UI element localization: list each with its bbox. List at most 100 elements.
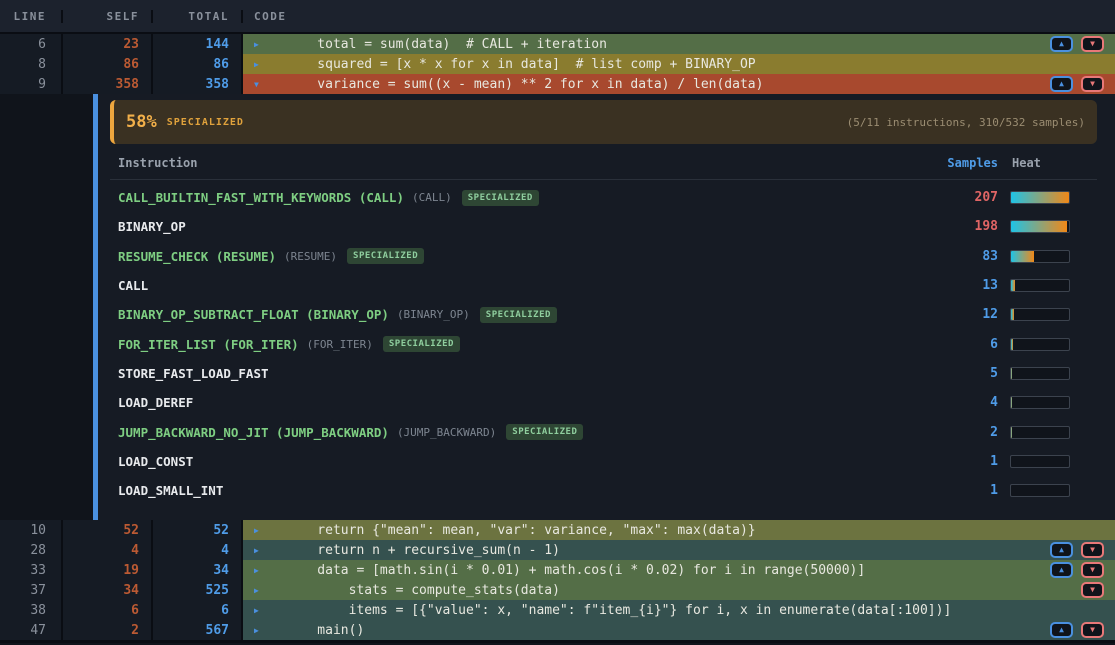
column-header-samples[interactable]: Samples [938,156,998,170]
specialized-badge: SPECIALIZED [347,248,424,264]
line-number: 9 [0,74,63,94]
instruction-samples: 6 [938,337,998,352]
code-cell[interactable]: ▶ total = sum(data) # CALL + iteration ▲… [243,34,1115,54]
code-cell[interactable]: ▼ variance = sum((x - mean) ** 2 for x i… [243,74,1115,94]
nav-up-button[interactable]: ▲ [1050,542,1073,558]
specialization-stats: (5/11 instructions, 310/532 samples) [847,116,1085,129]
instruction-samples: 198 [938,219,998,234]
code-cell[interactable]: ▶ return n + recursive_sum(n - 1) ▲ ▼ [243,540,1115,560]
code-line-row[interactable]: 38 6 6 ▶ items = [{"value": x, "name": f… [0,600,1115,620]
total-samples: 525 [153,580,243,600]
code-text: return {"mean": mean, "var": variance, "… [286,523,756,538]
line-number: 10 [0,520,63,540]
code-text: items = [{"value": x, "name": f"item_{i}… [286,603,951,618]
expand-icon[interactable]: ▶ [254,60,264,69]
column-header-code[interactable]: CODE [243,10,1115,23]
total-samples: 34 [153,560,243,580]
expand-icon[interactable]: ▶ [254,586,264,595]
code-line-row[interactable]: 6 23 144 ▶ total = sum(data) # CALL + it… [0,34,1115,54]
code-cell[interactable]: ▶ data = [math.sin(i * 0.01) + math.cos(… [243,560,1115,580]
nav-up-button[interactable]: ▲ [1050,562,1073,578]
heat-bar [1010,367,1070,380]
instruction-row: CALL 13 [110,271,1097,300]
instruction-row: BINARY_OP_SUBTRACT_FLOAT (BINARY_OP) (BI… [110,300,1097,329]
heat-bar-fill [1011,368,1012,379]
column-header-line[interactable]: LINE [0,10,63,23]
specialized-badge: SPECIALIZED [506,424,583,440]
code-cell[interactable]: ▶ return {"mean": mean, "var": variance,… [243,520,1115,540]
nav-down-button[interactable]: ▼ [1081,76,1104,92]
heat-bar [1010,279,1070,292]
nav-up-button[interactable]: ▲ [1050,622,1073,638]
nav-up-button[interactable]: ▲ [1050,36,1073,52]
instruction-rows: CALL_BUILTIN_FAST_WITH_KEYWORDS (CALL) (… [110,183,1097,505]
nav-down-button[interactable]: ▼ [1081,36,1104,52]
self-samples: 23 [63,34,153,54]
nav-up-button[interactable]: ▲ [1050,76,1073,92]
nav-down-button[interactable]: ▼ [1081,622,1104,638]
specialized-badge: SPECIALIZED [462,190,539,206]
line-number: 47 [0,620,63,640]
expand-icon[interactable]: ▶ [254,40,264,49]
self-samples: 358 [63,74,153,94]
profiler-table-header: LINE SELF TOTAL CODE [0,0,1115,34]
row-nav-buttons: ▲▼ [1050,562,1115,578]
heat-bar-fill [1011,221,1067,232]
instruction-row: LOAD_CONST 1 [110,447,1097,476]
code-cell[interactable]: ▶ stats = compute_stats(data) ▼ [243,580,1115,600]
expand-icon[interactable]: ▶ [254,606,264,615]
code-text: total = sum(data) # CALL + iteration [286,37,607,52]
instruction-row: LOAD_SMALL_INT 1 [110,476,1097,505]
instruction-name: LOAD_CONST [118,454,938,469]
nav-down-button[interactable]: ▼ [1081,562,1104,578]
code-line-row[interactable]: 10 52 52 ▶ return {"mean": mean, "var": … [0,520,1115,540]
expand-icon[interactable]: ▶ [254,546,264,555]
code-line-row[interactable]: 8 86 86 ▶ squared = [x * x for x in data… [0,54,1115,74]
total-samples: 4 [153,540,243,560]
instruction-row: FOR_ITER_LIST (FOR_ITER) (FOR_ITER) SPEC… [110,329,1097,358]
nav-down-button[interactable]: ▼ [1081,582,1104,598]
total-samples: 52 [153,520,243,540]
code-cell[interactable]: ▶ squared = [x * x for x in data] # list… [243,54,1115,74]
code-line-row[interactable]: 9 358 358 ▼ variance = sum((x - mean) **… [0,74,1115,94]
instruction-samples: 207 [938,190,998,205]
code-line-row[interactable]: 37 34 525 ▶ stats = compute_stats(data) … [0,580,1115,600]
instruction-row: CALL_BUILTIN_FAST_WITH_KEYWORDS (CALL) (… [110,183,1097,212]
code-line-row[interactable]: 33 19 34 ▶ data = [math.sin(i * 0.01) + … [0,560,1115,580]
code-rows-top: 6 23 144 ▶ total = sum(data) # CALL + it… [0,34,1115,94]
self-samples: 2 [63,620,153,640]
column-header-self[interactable]: SELF [63,10,153,23]
specialized-percent: 58% [126,112,157,132]
line-number: 37 [0,580,63,600]
expand-icon[interactable]: ▶ [254,526,264,535]
row-nav-buttons: ▲▼ [1050,76,1115,92]
nav-down-button[interactable]: ▼ [1081,542,1104,558]
line-number: 6 [0,34,63,54]
specialized-badge: SPECIALIZED [383,336,460,352]
instruction-label: BINARY_OP [118,219,186,234]
instruction-name: CALL_BUILTIN_FAST_WITH_KEYWORDS (CALL) (… [118,190,938,206]
code-cell[interactable]: ▶ items = [{"value": x, "name": f"item_{… [243,600,1115,620]
instruction-name: CALL [118,278,938,293]
instruction-base-opcode: (BINARY_OP) [397,308,470,321]
instruction-samples: 13 [938,278,998,293]
expand-icon[interactable]: ▶ [254,626,264,635]
code-text: variance = sum((x - mean) ** 2 for x in … [286,77,763,92]
heat-bar-fill [1011,427,1012,438]
code-line-row[interactable]: 47 2 567 ▶ main() ▲▼ [0,620,1115,640]
total-samples: 6 [153,600,243,620]
collapse-icon[interactable]: ▼ [254,80,264,89]
instruction-base-opcode: (RESUME) [284,250,337,263]
heat-bar [1010,250,1070,263]
expand-icon[interactable]: ▶ [254,566,264,575]
instruction-row: BINARY_OP 198 [110,212,1097,241]
instruction-base-opcode: (CALL) [412,191,452,204]
code-line-row[interactable]: 28 4 4 ▶ return n + recursive_sum(n - 1)… [0,540,1115,560]
instruction-samples: 1 [938,454,998,469]
code-text: return n + recursive_sum(n - 1) [286,543,560,558]
panel-body: 58% SPECIALIZED (5/11 instructions, 310/… [98,94,1115,520]
column-header-total[interactable]: TOTAL [153,10,243,23]
code-cell[interactable]: ▶ main() ▲▼ [243,620,1115,640]
heat-bar-fill [1011,192,1069,203]
code-text: stats = compute_stats(data) [286,583,560,598]
